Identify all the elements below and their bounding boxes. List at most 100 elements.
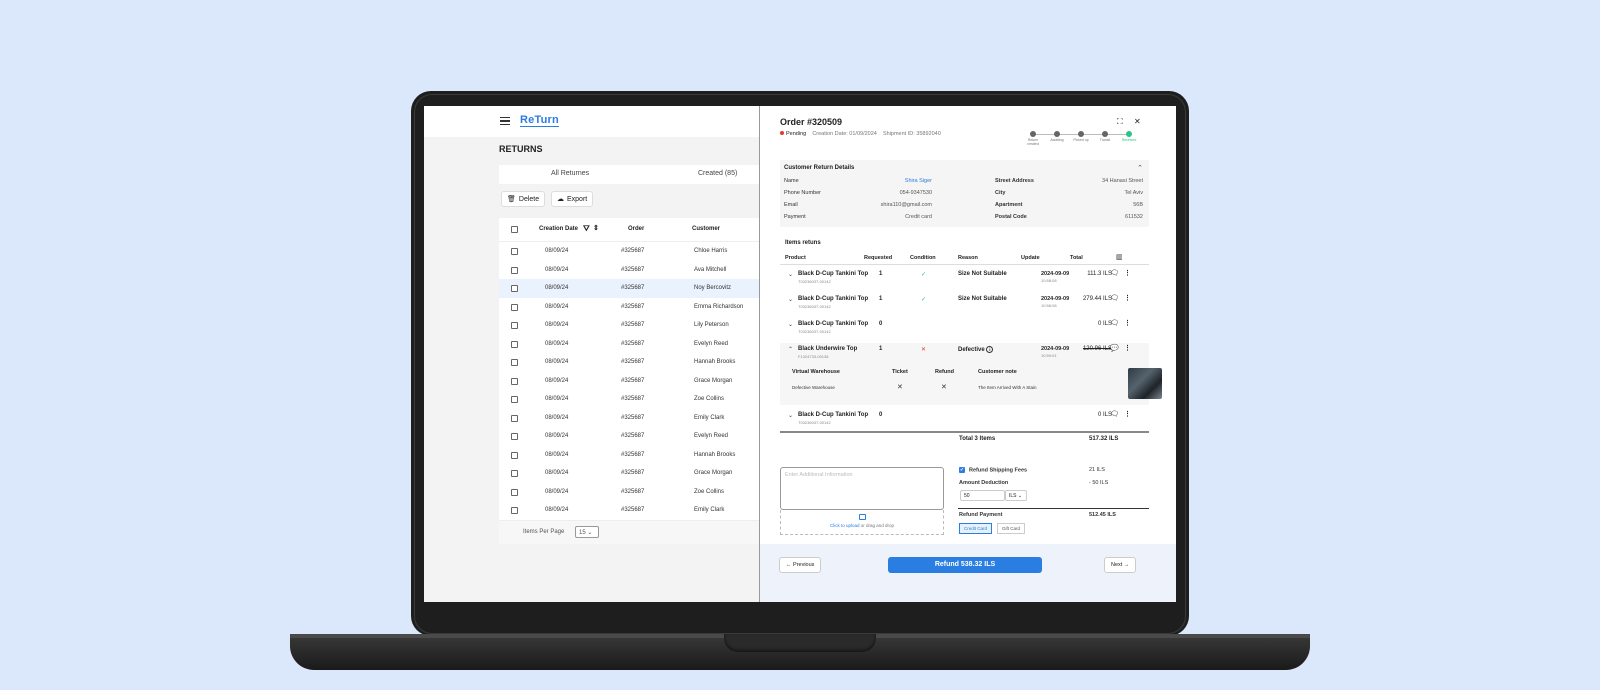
table-row[interactable]: 08/09/24 #325687 Noy Bercovitz	[499, 279, 759, 298]
amount-deduction-value: - 50 ILS	[1089, 480, 1109, 486]
row-checkbox[interactable]	[511, 396, 518, 403]
chevron-down-icon[interactable]: ⌄	[788, 321, 793, 328]
comment-icon[interactable]: 🗨	[1110, 294, 1119, 302]
sort-icon[interactable]: ⇕	[593, 224, 599, 232]
table-row[interactable]: 08/09/24 #325687 Grace Morgan	[499, 372, 759, 391]
progress-stepper: Return created Awaiting Picked up Transi…	[1027, 131, 1140, 149]
menu-icon[interactable]	[500, 117, 510, 125]
row-date: 08/09/24	[545, 359, 569, 365]
items-header-divider	[780, 264, 1149, 265]
chevron-down-icon[interactable]: ⌄	[788, 296, 793, 303]
comment-icon[interactable]: 💬	[1110, 344, 1119, 352]
item-row[interactable]: ⌄ Black D-Cup Tankini Top T03236037-00142 1…	[780, 293, 1149, 318]
table-row[interactable]: 08/09/24 #325687 Ava Mitchell	[499, 261, 759, 280]
row-checkbox[interactable]	[511, 322, 518, 329]
step-label: Awaiting	[1050, 138, 1064, 142]
product-photo[interactable]	[1128, 368, 1162, 399]
row-checkbox[interactable]	[511, 414, 518, 422]
method-credit-card[interactable]: Credit Card	[959, 523, 993, 534]
requested-qty: 1	[879, 296, 883, 302]
table-row[interactable]: 08/09/24 #325687 Emily Clark	[499, 501, 759, 520]
comment-icon[interactable]: 🗨	[1110, 319, 1119, 327]
refund-payment-value: 512.45 ILS	[1089, 512, 1116, 518]
col-update: Update	[1021, 255, 1040, 261]
item-expanded-details: Virtual Warehouse Ticket Refund Customer…	[780, 362, 1162, 405]
additional-info-textarea[interactable]: Enter Additional Information	[780, 467, 944, 510]
row-checkbox[interactable]	[511, 285, 518, 292]
refund-shipping-checkbox[interactable]: ✓ Refund Shipping Fees	[959, 467, 1027, 473]
close-icon[interactable]: ✕	[1134, 117, 1141, 126]
chevron-down-icon[interactable]: ⌄	[788, 412, 793, 419]
table-row[interactable]: 08/09/24 #325687 Hannah Brooks	[499, 353, 759, 372]
step-dot	[1078, 131, 1084, 137]
returns-table: Creation Date ⛛ ⇕ Order Customer 08/09/2…	[499, 218, 759, 544]
row-checkbox[interactable]	[511, 303, 518, 311]
table-row[interactable]: 08/09/24 #325687 Emma Richardson	[499, 298, 759, 317]
comment-icon[interactable]: 🗨	[1110, 269, 1119, 277]
columns-icon[interactable]: ▥	[1116, 253, 1123, 261]
col-customer: Customer	[692, 226, 721, 232]
upload-link[interactable]: Click to upload	[830, 523, 860, 528]
table-row[interactable]: 08/09/24 #325687 Evelyn Reed	[499, 427, 759, 446]
items-per-page-label: Items Per Page	[523, 529, 565, 535]
deduction-amount-input[interactable]: 50	[960, 490, 1005, 501]
row-checkbox[interactable]	[511, 377, 518, 385]
chevron-up-icon[interactable]: ⌃	[788, 346, 793, 353]
row-checkbox[interactable]	[511, 507, 518, 514]
table-row[interactable]: 08/09/24 #325687 Lily Peterson	[499, 316, 759, 335]
item-row[interactable]: ⌄ Black D-Cup Tankini Top T03236037-00142 1…	[780, 268, 1149, 293]
more-icon[interactable]: ⋮	[1124, 269, 1131, 277]
row-date: 08/09/24	[545, 507, 569, 513]
next-button[interactable]: Next →	[1104, 557, 1137, 573]
table-row[interactable]: 08/09/24 #325687 Chloe Harris	[499, 242, 759, 261]
row-checkbox[interactable]	[511, 488, 518, 496]
action-footer: ← Previous Refund 538.32 ILS Next →	[760, 544, 1176, 602]
upload-dropzone[interactable]: Click to upload or drag and drop	[780, 510, 944, 535]
collapse-icon[interactable]: ⌃	[1137, 164, 1143, 172]
row-date: 08/09/24	[545, 248, 569, 254]
row-customer: Chloe Harris	[694, 248, 728, 254]
previous-button[interactable]: ← Previous	[779, 557, 822, 573]
tab-all-returns[interactable]: All Returnes	[551, 170, 589, 177]
row-checkbox[interactable]	[511, 266, 518, 274]
more-icon[interactable]: ⋮	[1124, 319, 1131, 327]
filter-icon[interactable]: ⛛	[583, 224, 590, 234]
chevron-down-icon: ⌄	[1017, 493, 1023, 499]
table-row[interactable]: 08/09/24 #325687 Evelyn Reed	[499, 335, 759, 354]
currency-select[interactable]: ILS ⌄	[1005, 490, 1027, 501]
page-title: RETURNS	[499, 144, 543, 154]
row-customer: Evelyn Reed	[694, 433, 729, 439]
more-icon[interactable]: ⋮	[1124, 294, 1131, 302]
expand-icon[interactable]: ⛶	[1117, 117, 1123, 127]
comment-icon[interactable]: 🗨	[1110, 410, 1119, 418]
row-checkbox[interactable]	[511, 340, 518, 348]
table-row[interactable]: 08/09/24 #325687 Zoe Collins	[499, 483, 759, 502]
more-icon[interactable]: ⋮	[1124, 410, 1131, 418]
table-row[interactable]: 08/09/24 #325687 Zoe Collins	[499, 390, 759, 409]
method-gift-card[interactable]: Gift Card	[997, 523, 1026, 534]
product-name: Black Underwire Top	[798, 346, 858, 352]
table-row[interactable]: 08/09/24 #325687 Emily Clark	[499, 409, 759, 428]
chevron-down-icon[interactable]: ⌄	[788, 271, 793, 278]
row-checkbox[interactable]	[511, 451, 518, 459]
items-per-page-select[interactable]: 15 ⌄	[575, 526, 599, 538]
table-row[interactable]: 08/09/24 #325687 Hannah Brooks	[499, 446, 759, 465]
delete-button[interactable]: 🗑 Delete	[501, 191, 546, 207]
table-row[interactable]: 08/09/24 #325687 Grace Morgan	[499, 464, 759, 483]
row-checkbox[interactable]	[511, 248, 518, 255]
export-button[interactable]: ☁ Export	[551, 191, 594, 207]
col-reason: Reason	[958, 255, 978, 261]
col-creation-date[interactable]: Creation Date	[539, 226, 578, 232]
more-icon[interactable]: ⋮	[1124, 344, 1131, 352]
info-icon[interactable]: i	[986, 346, 994, 353]
tab-created[interactable]: Created (85)	[698, 170, 737, 177]
top-bar: ReTurn	[424, 106, 759, 137]
row-checkbox[interactable]	[511, 359, 518, 366]
step-dot-current	[1126, 131, 1132, 137]
product-sku: F1324733-00138	[798, 354, 829, 359]
refund-button[interactable]: Refund 538.32 ILS	[888, 557, 1042, 573]
row-checkbox[interactable]	[511, 470, 518, 477]
item-row[interactable]: ⌄ Black D-Cup Tankini Top T03236037-00142 0…	[780, 318, 1149, 343]
row-checkbox[interactable]	[511, 433, 518, 440]
select-all-checkbox[interactable]	[511, 226, 518, 233]
